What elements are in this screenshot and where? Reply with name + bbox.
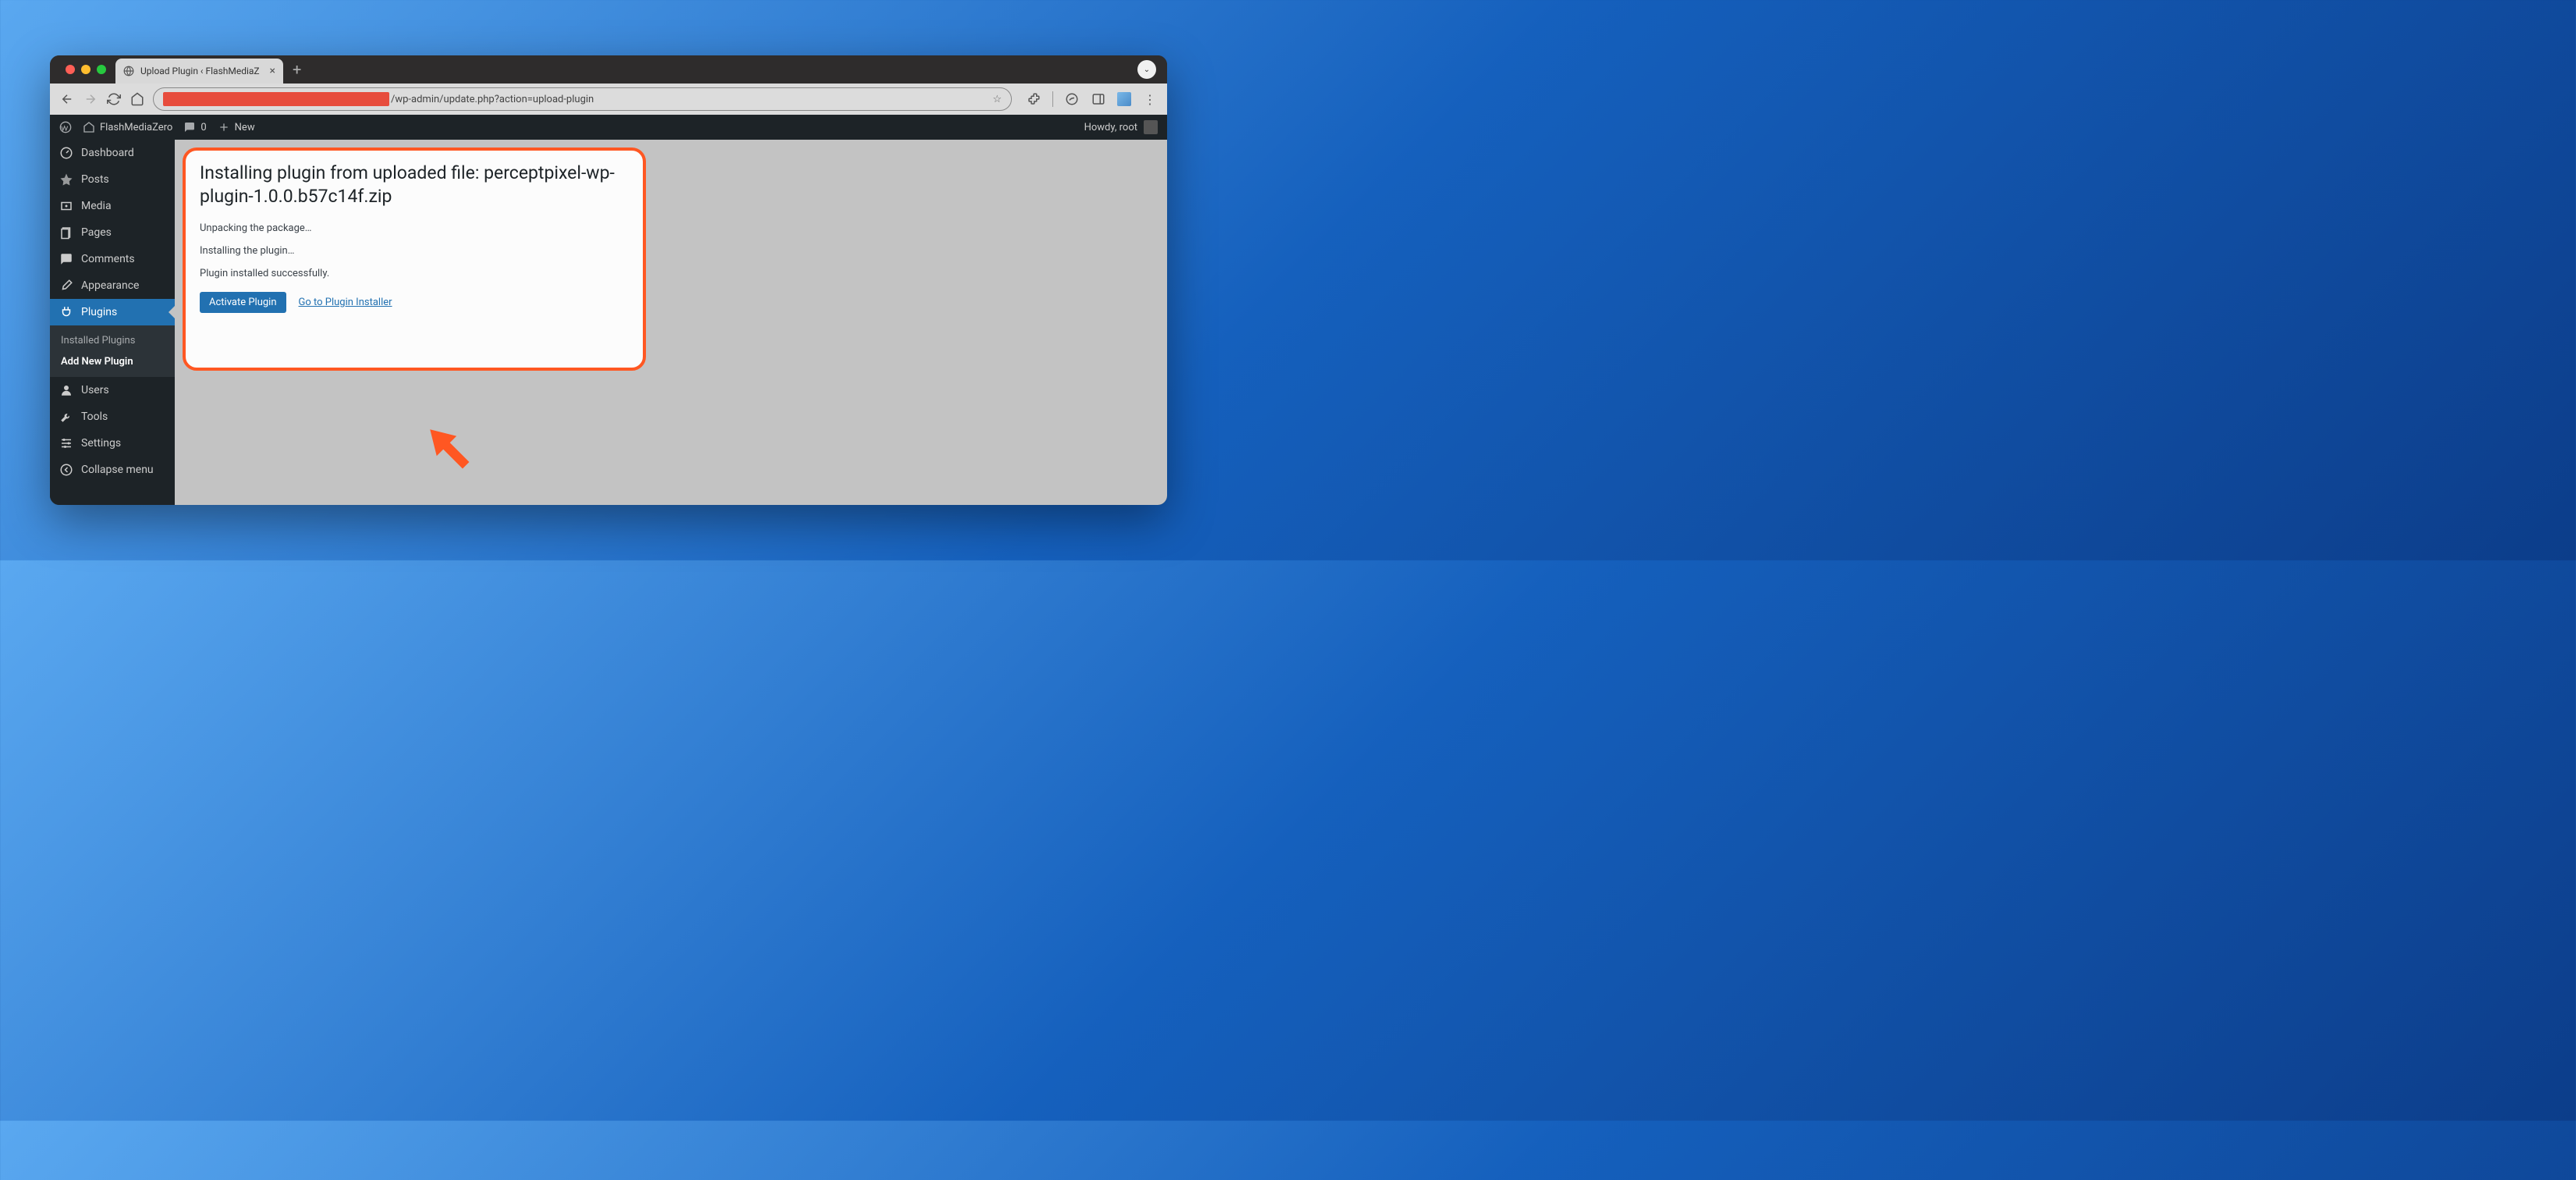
browser-window: Upload Plugin ‹ FlashMediaZ × + ⌄ /wp-ad… (50, 55, 1167, 505)
wrench-icon (59, 410, 73, 424)
comment-icon (59, 252, 73, 266)
sidebar-submenu-plugins: Installed Plugins Add New Plugin (50, 325, 175, 377)
minimize-window-icon[interactable] (81, 65, 90, 74)
sidebar-item-label: Tools (81, 411, 108, 423)
status-installing: Installing the plugin… (200, 245, 629, 257)
pin-icon (59, 172, 73, 187)
sidebar-subitem-installed-plugins[interactable]: Installed Plugins (50, 330, 175, 351)
adminbar-site[interactable]: FlashMediaZero (83, 121, 172, 133)
extensions-icon[interactable] (1026, 91, 1041, 107)
activate-plugin-button[interactable]: Activate Plugin (200, 292, 286, 313)
annotation-arrow (418, 418, 481, 480)
plug-icon (59, 305, 73, 319)
wp-adminbar: FlashMediaZero 0 New Howdy, root (50, 115, 1167, 140)
status-success: Plugin installed successfully. (200, 268, 629, 279)
sidebar-item-label: Comments (81, 253, 135, 265)
sidebar-item-appearance[interactable]: Appearance (50, 272, 175, 299)
sidebar-item-label: Settings (81, 437, 121, 450)
install-plugin-panel: Installing plugin from uploaded file: pe… (183, 148, 646, 371)
new-label: New (235, 122, 255, 133)
page-icon (59, 226, 73, 240)
sidepanel-icon[interactable] (1091, 91, 1106, 107)
window-traffic-lights[interactable] (56, 65, 115, 74)
adminbar-howdy[interactable]: Howdy, root (1084, 120, 1158, 134)
site-name: FlashMediaZero (100, 122, 172, 133)
url-path: /wp-admin/update.php?action=upload-plugi… (391, 94, 594, 105)
wp-logo[interactable] (59, 121, 72, 133)
separator (1052, 91, 1053, 107)
sidebar-item-media[interactable]: Media (50, 193, 175, 219)
browser-tab[interactable]: Upload Plugin ‹ FlashMediaZ × (115, 59, 283, 84)
forward-button[interactable] (83, 91, 98, 107)
sidebar-item-users[interactable]: Users (50, 377, 175, 403)
sidebar-item-label: Users (81, 384, 109, 396)
bookmark-star-icon[interactable]: ☆ (992, 94, 1002, 105)
tab-title: Upload Plugin ‹ FlashMediaZ (140, 66, 260, 76)
profile-avatar[interactable] (1117, 92, 1131, 106)
toolbar-icons: ⋮ (1026, 91, 1158, 107)
sliders-icon (59, 436, 73, 450)
menu-icon[interactable]: ⋮ (1142, 91, 1158, 107)
reload-button[interactable] (106, 91, 122, 107)
home-icon (83, 121, 95, 133)
sidebar-subitem-add-new-plugin[interactable]: Add New Plugin (50, 351, 175, 372)
sidebar-item-plugins[interactable]: Plugins (50, 299, 175, 325)
sidebar-item-label: Appearance (81, 279, 139, 292)
user-avatar-icon (1144, 120, 1158, 134)
comment-icon (183, 121, 196, 133)
go-to-plugin-installer-link[interactable]: Go to Plugin Installer (299, 297, 392, 308)
maximize-window-icon[interactable] (97, 65, 106, 74)
close-window-icon[interactable] (66, 65, 75, 74)
redacted-domain (163, 92, 389, 106)
home-button[interactable] (130, 91, 145, 107)
leaf-icon[interactable] (1064, 91, 1080, 107)
action-row: Activate Plugin Go to Plugin Installer (200, 292, 629, 313)
back-button[interactable] (59, 91, 75, 107)
sidebar-item-dashboard[interactable]: Dashboard (50, 140, 175, 166)
sidebar-item-pages[interactable]: Pages (50, 219, 175, 246)
sidebar-item-label: Plugins (81, 306, 117, 318)
address-bar[interactable]: /wp-admin/update.php?action=upload-plugi… (153, 87, 1012, 111)
media-icon (59, 199, 73, 213)
sidebar-item-label: Media (81, 200, 112, 212)
new-tab-button[interactable]: + (283, 60, 310, 79)
comments-count: 0 (200, 122, 206, 133)
adminbar-new[interactable]: New (218, 121, 255, 133)
howdy-text: Howdy, root (1084, 122, 1137, 133)
sidebar-collapse[interactable]: Collapse menu (50, 457, 175, 483)
sidebar-item-settings[interactable]: Settings (50, 430, 175, 457)
sidebar-item-label: Dashboard (81, 147, 134, 159)
browser-toolbar: /wp-admin/update.php?action=upload-plugi… (50, 84, 1167, 115)
user-icon (59, 383, 73, 397)
sidebar-item-label: Collapse menu (81, 464, 154, 476)
sidebar-item-label: Pages (81, 226, 112, 239)
sidebar-item-posts[interactable]: Posts (50, 166, 175, 193)
sidebar-item-label: Posts (81, 173, 109, 186)
brush-icon (59, 279, 73, 293)
tab-list-dropdown[interactable]: ⌄ (1137, 60, 1156, 79)
wp-admin-sidebar: Dashboard Posts Media Pages Comments App… (50, 115, 175, 505)
dashboard-icon (59, 146, 73, 160)
plus-icon (218, 121, 230, 133)
adminbar-comments[interactable]: 0 (183, 121, 206, 133)
close-tab-icon[interactable]: × (270, 65, 275, 77)
globe-icon (123, 66, 134, 76)
collapse-icon (59, 463, 73, 477)
wp-content-area: Installing plugin from uploaded file: pe… (175, 115, 1167, 505)
page-heading: Installing plugin from uploaded file: pe… (200, 162, 629, 208)
sidebar-item-comments[interactable]: Comments (50, 246, 175, 272)
sidebar-item-tools[interactable]: Tools (50, 403, 175, 430)
browser-tabbar: Upload Plugin ‹ FlashMediaZ × + ⌄ (50, 55, 1167, 84)
status-unpacking: Unpacking the package… (200, 222, 629, 234)
